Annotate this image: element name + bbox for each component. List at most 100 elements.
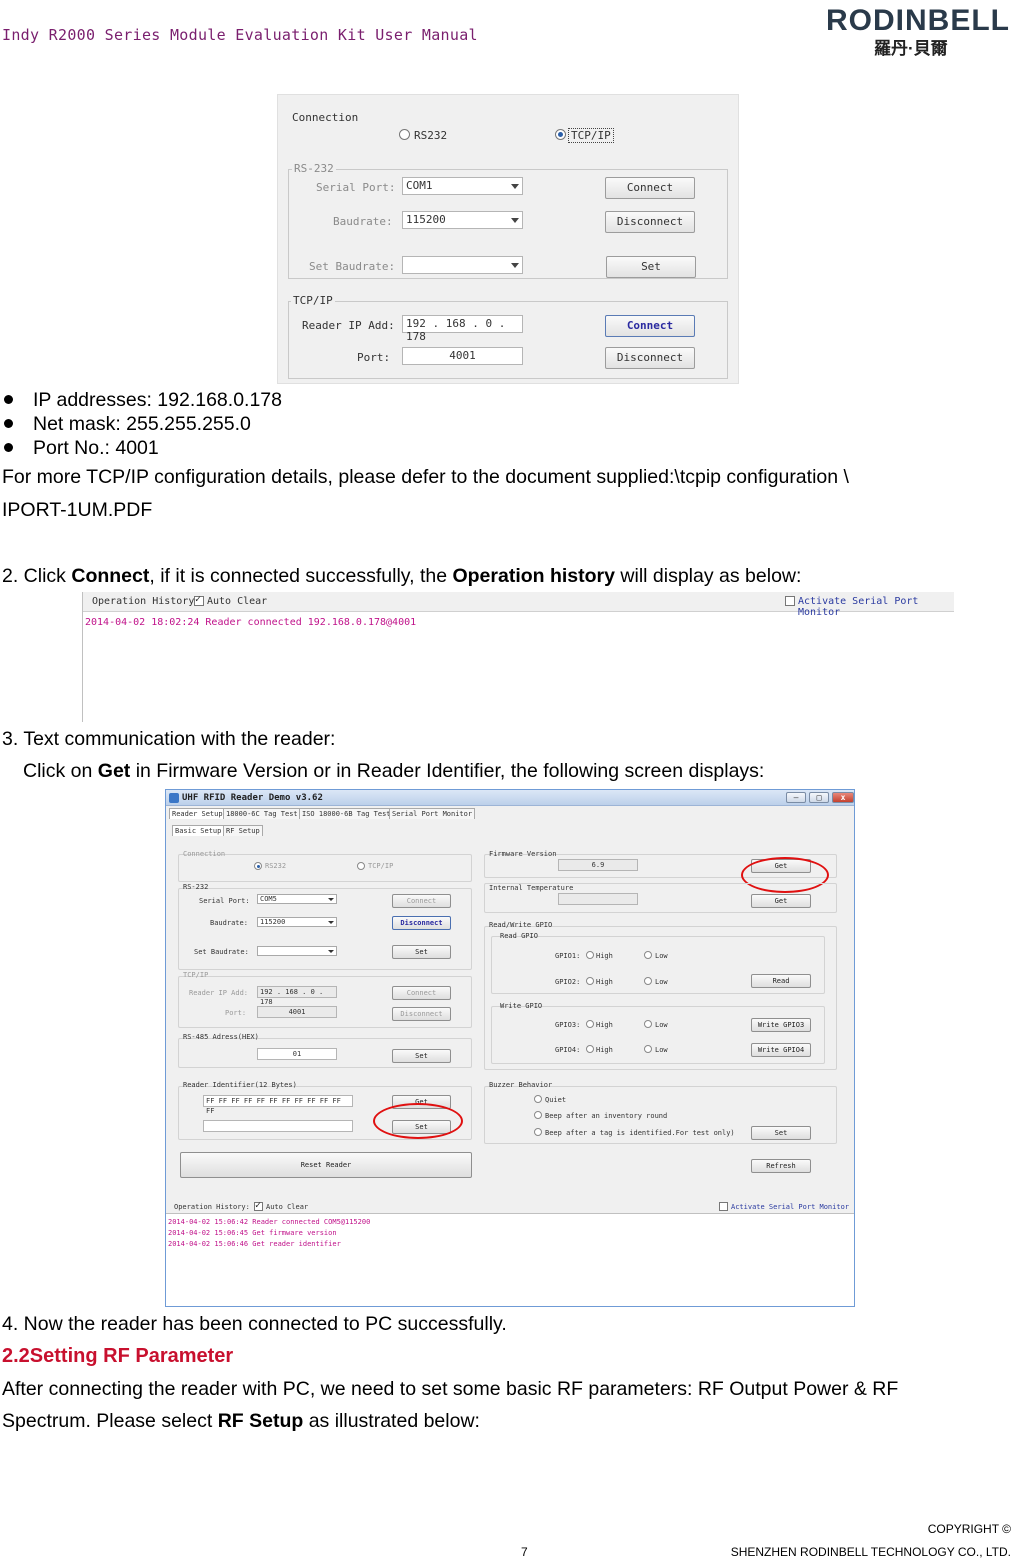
reader-ip-input[interactable]: 192 . 168 . 0 . 178 (402, 315, 523, 343)
window-titlebar: UHF RFID Reader Demo v3.62 — □ x (166, 790, 854, 806)
tcp-connect-button[interactable]: Connect (605, 315, 695, 337)
write-gpio4-button[interactable]: Write GPIO4 (751, 1043, 811, 1057)
tab-serial-port-monitor[interactable]: Serial Port Monitor (389, 808, 476, 819)
connect-button[interactable]: Connect (605, 177, 695, 199)
bullet-item: Net mask: 255.255.255.0 (2, 413, 251, 436)
serial-port-label: Serial Port: (199, 897, 250, 905)
tab-18000-6c[interactable]: 18000-6C Tag Test (223, 808, 301, 819)
serial-port-combo[interactable]: COM1 (402, 177, 523, 195)
gpio3-high-radio[interactable] (586, 1020, 594, 1028)
beep-inventory-radio[interactable] (534, 1111, 542, 1119)
serial-port-combo[interactable]: COM5 (257, 894, 337, 904)
activate-monitor-checkbox[interactable] (719, 1202, 728, 1211)
tcp-disconnect-button[interactable]: Disconnect (605, 347, 695, 369)
chevron-down-icon (511, 218, 519, 223)
auto-clear-checkbox[interactable] (194, 594, 204, 606)
port-input[interactable]: 4001 (257, 1006, 337, 1018)
gpio4-low-radio[interactable] (644, 1045, 652, 1053)
gpio1-low-radio[interactable] (644, 951, 652, 959)
rf-post: as illustrated below: (303, 1410, 480, 1432)
operation-history-label: Operation History: (174, 1203, 250, 1211)
disconnect-button[interactable]: Disconnect (605, 211, 695, 233)
step4-paragraph: 4. Now the reader has been connected to … (2, 1313, 507, 1335)
baudrate-combo[interactable]: 115200 (257, 917, 337, 927)
firmware-version-label: Firmware Version (489, 850, 557, 858)
refresh-button[interactable]: Refresh (751, 1159, 811, 1173)
rs485-input[interactable]: 01 (257, 1048, 337, 1060)
connect-button[interactable]: Connect (392, 894, 451, 908)
rs232-radio[interactable] (399, 129, 410, 140)
baudrate-label: Baudrate: (210, 919, 248, 927)
write-gpio3-button[interactable]: Write GPIO3 (751, 1018, 811, 1032)
reader-ip-input[interactable]: 192 . 168 . 0 . 178 (257, 986, 337, 1006)
chevron-down-icon (511, 263, 519, 268)
beep-tag-label: Beep after a tag is identified.For test … (545, 1129, 735, 1137)
quiet-radio[interactable] (534, 1095, 542, 1103)
activate-monitor-checkbox[interactable] (785, 596, 795, 606)
gpio4-high-radio[interactable] (586, 1045, 594, 1053)
port-label: Port: (225, 1009, 247, 1017)
serial-port-value: COM5 (260, 895, 277, 903)
gpio1-label: GPIO1: (555, 952, 581, 960)
step3-get-bold: Get (97, 760, 131, 782)
serial-port-value: COM1 (406, 179, 433, 192)
maximize-button[interactable]: □ (809, 792, 829, 803)
tcp-connect-button[interactable]: Connect (392, 986, 451, 1000)
set-baudrate-combo[interactable] (257, 946, 337, 956)
port-input[interactable]: 4001 (402, 347, 523, 365)
gpio2-low-radio[interactable] (644, 977, 652, 985)
read-gpio-label: Read GPIO (500, 932, 538, 940)
tab-18000-6b[interactable]: ISO 18000-6B Tag Test (299, 808, 394, 819)
set-baudrate-button[interactable]: Set (606, 256, 696, 278)
tcpip-details-line1: For more TCP/IP configuration details, p… (2, 466, 849, 488)
set-baudrate-button[interactable]: Set (392, 945, 451, 959)
reader-ip-label: Reader IP Add: (189, 989, 249, 997)
read-gpio-button[interactable]: Read (751, 974, 811, 988)
reader-identifier-label: Reader Identifier(12 Bytes) (183, 1081, 297, 1089)
subtab-rf-setup[interactable]: RF Setup (223, 825, 263, 836)
step2-paragraph: 2. Click Connect, if it is connected suc… (2, 564, 801, 589)
gpio3-low-label: Low (655, 1021, 668, 1029)
tcpip-radio[interactable] (357, 862, 365, 870)
connection-label: Connection (292, 111, 359, 124)
step2-mid: , if it is connected successfully, the (149, 565, 453, 587)
ip-octet-3: 0 (485, 317, 493, 330)
connection-groupbox (178, 854, 472, 882)
rs485-set-button[interactable]: Set (392, 1049, 451, 1063)
gpio2-high-radio[interactable] (586, 977, 594, 985)
auto-clear-checkbox[interactable] (254, 1200, 263, 1211)
rf-setup-bold: RF Setup (217, 1410, 304, 1432)
tcpip-radio[interactable] (555, 129, 566, 140)
minimize-button[interactable]: — (786, 792, 806, 803)
write-gpio-label: Write GPIO (500, 1002, 543, 1010)
step2-operation-history-bold: Operation history (452, 565, 615, 587)
log-entry: 2014-04-02 15:06:45 Get firmware version (168, 1229, 337, 1237)
baudrate-combo[interactable]: 115200 (402, 211, 523, 229)
disconnect-button[interactable]: Disconnect (392, 916, 451, 930)
window-title: UHF RFID Reader Demo v3.62 (182, 793, 323, 803)
reset-reader-button[interactable]: Reset Reader (180, 1152, 472, 1178)
gpio3-low-radio[interactable] (644, 1020, 652, 1028)
logo-chinese-text: 羅丹·貝爾 (874, 39, 948, 58)
auto-clear-label: Auto Clear (266, 1203, 309, 1211)
gpio1-high-radio[interactable] (586, 951, 594, 959)
get-temperature-button[interactable]: Get (751, 894, 811, 908)
activate-monitor-label: Activate Serial Port Monitor (798, 596, 919, 618)
tcp-disconnect-button[interactable]: Disconnect (392, 1007, 451, 1021)
beep-tag-radio[interactable] (534, 1128, 542, 1136)
gpio3-label: GPIO3: (555, 1021, 581, 1029)
rf-pre: Spectrum. Please select (2, 1410, 218, 1432)
connection-settings-screenshot: Connection RS232 TCP/IP RS-232 Serial Po… (277, 94, 739, 384)
bullet-item: Port No.: 4001 (2, 437, 159, 460)
rw-gpio-label: Read/Write GPIO (489, 921, 553, 929)
tab-reader-setup[interactable]: Reader Setup (169, 808, 226, 819)
close-button[interactable]: x (832, 792, 854, 803)
set-baudrate-combo[interactable] (402, 256, 523, 274)
subtab-basic-setup[interactable]: Basic Setup (172, 825, 225, 836)
rs232-radio[interactable] (254, 862, 262, 870)
set-baudrate-label: Set Baudrate: (194, 948, 249, 956)
buzzer-set-button[interactable]: Set (751, 1126, 811, 1140)
step2-connect-bold: Connect (71, 565, 150, 587)
reader-ip-label: Reader IP Add: (302, 319, 395, 332)
reader-identifier-input[interactable] (203, 1120, 353, 1132)
